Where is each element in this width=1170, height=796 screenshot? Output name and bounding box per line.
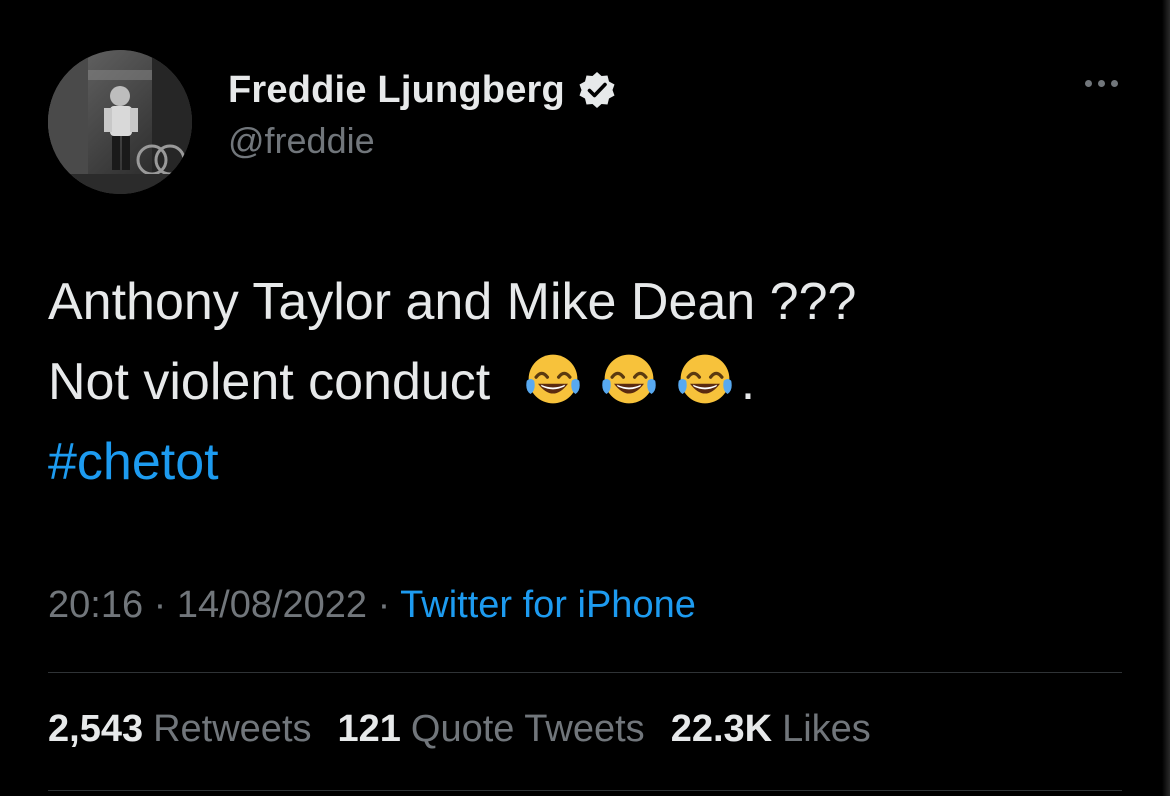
avatar[interactable] <box>48 50 192 194</box>
more-dot <box>1111 80 1118 87</box>
retweets-stat[interactable]: 2,543 Retweets <box>48 708 312 751</box>
quote-tweets-label: Quote Tweets <box>410 708 645 750</box>
tweet-meta: 20:16 · 14/08/2022 · Twitter for iPhone <box>48 584 696 627</box>
tweet-line-1: Anthony Taylor and Mike Dean ??? <box>48 273 857 331</box>
more-dot <box>1098 80 1105 87</box>
retweets-count: 2,543 <box>48 708 144 750</box>
divider <box>48 672 1122 673</box>
tweet-line-2: Not violent conduct . <box>48 342 1128 422</box>
scrollbar-edge <box>1162 0 1170 796</box>
hashtag-link[interactable]: #chetot <box>48 422 1128 502</box>
meta-separator: · <box>367 584 401 626</box>
face-with-tears-of-joy-icon <box>602 354 656 404</box>
author-block[interactable]: Freddie Ljungberg @freddie <box>228 66 617 162</box>
divider <box>48 790 1122 791</box>
more-dot <box>1085 80 1092 87</box>
tweet-date[interactable]: 14/08/2022 <box>177 584 367 626</box>
retweets-label: Retweets <box>153 708 312 750</box>
face-with-tears-of-joy-icon <box>526 354 580 404</box>
tweet-time[interactable]: 20:16 <box>48 584 143 626</box>
likes-stat[interactable]: 22.3K Likes <box>671 708 871 751</box>
quote-tweets-count: 121 <box>337 708 401 750</box>
verified-badge-icon <box>577 70 617 110</box>
emoji-group <box>505 353 741 411</box>
likes-count: 22.3K <box>670 708 773 750</box>
display-name[interactable]: Freddie Ljungberg <box>228 69 565 112</box>
name-row: Freddie Ljungberg <box>228 66 617 114</box>
more-options-icon[interactable] <box>1085 80 1118 87</box>
tweet-line-2-trailing: . <box>740 353 756 411</box>
face-with-tears-of-joy-icon <box>678 354 732 404</box>
avatar-photo <box>48 50 192 194</box>
tweet-stats: 2,543 Retweets 121 Quote Tweets 22.3K Likes <box>48 708 871 751</box>
tweet-line-2-text: Not violent conduct <box>48 353 491 411</box>
tweet-source-link[interactable]: Twitter for iPhone <box>400 584 696 626</box>
likes-label: Likes <box>782 708 871 750</box>
quote-tweets-stat[interactable]: 121 Quote Tweets <box>338 708 645 751</box>
tweet-text: Anthony Taylor and Mike Dean ??? Not vio… <box>48 262 1128 502</box>
meta-separator: · <box>143 584 177 626</box>
handle[interactable]: @freddie <box>228 120 617 162</box>
